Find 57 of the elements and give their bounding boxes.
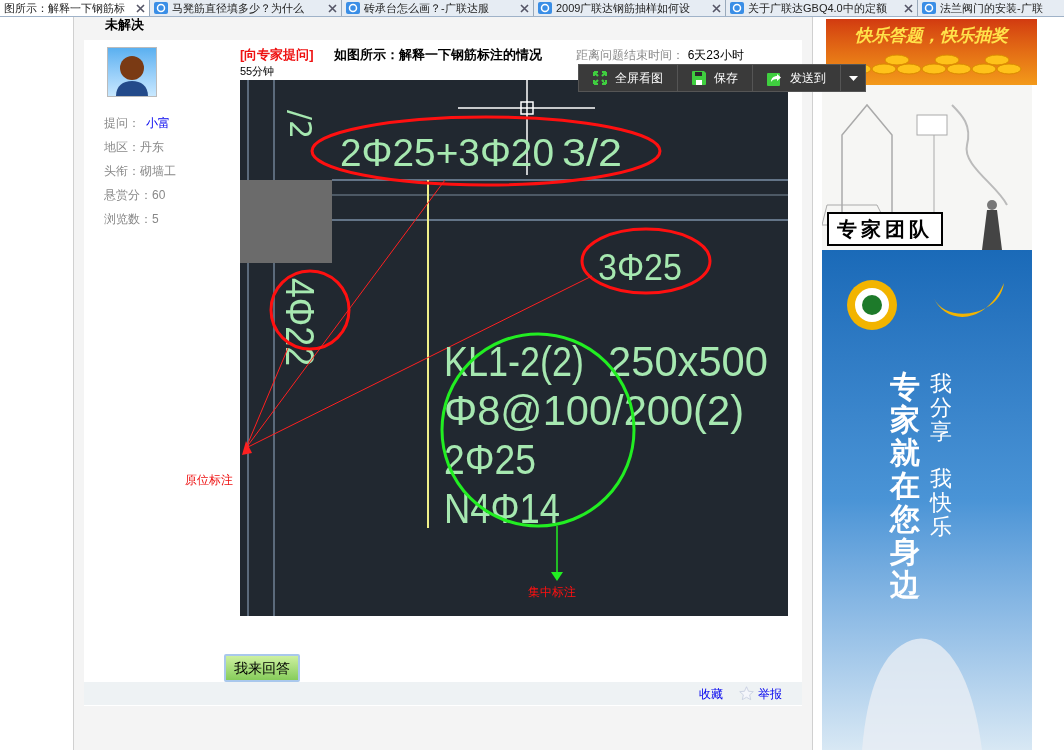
callout-label: 原位标注 [185,472,233,489]
toolbar-button[interactable]: 发送到 [753,65,841,91]
user-avatar [107,47,157,97]
close-icon[interactable] [712,3,721,13]
countdown-value: 6天23小时 [687,47,744,64]
star-icon [739,686,754,701]
page-icon [538,1,552,15]
answer-button[interactable]: 我来回答 [224,654,300,682]
expand-icon [593,71,607,85]
callout-label: 集中标注 [528,585,576,599]
rebar-label: 4Φ22 [278,278,322,377]
rebar-label: 3Φ25 [598,247,687,288]
banner-text: 快乐答题，快乐抽奖 [855,25,1008,47]
beam-spec-text: 2Φ25 [444,436,548,483]
user-info: 悬赏分：60 [104,187,167,204]
user-link[interactable]: 小富 [146,111,170,135]
page-icon [730,1,744,15]
leader-line [551,525,563,581]
question-tag: [向专家提问] [240,45,314,65]
close-icon[interactable] [328,3,337,13]
countdown-label: 距离问题结束时间： [575,47,684,64]
poster-slogan: 我分享 [930,372,952,445]
tab-title: 关于广联达GBQ4.0中的定额 [748,0,888,16]
countdown-value: 55分钟 [240,65,275,77]
page-icon [922,1,936,15]
poster-slogan: 专家就在您身边 [890,370,920,601]
page-icon [154,1,168,15]
browser-tab[interactable]: 2009广联达钢筋抽样如何设 [534,0,726,16]
question-title: 如图所示：解释一下钢筋标注的情况 [333,46,542,64]
toolbar-button[interactable]: 全屏看图 [579,65,678,91]
tab-title: 砖承台怎么画？-广联达服 [364,0,490,16]
tab-title: 图所示：解释一下钢筋标 [4,0,126,16]
toolbar-button[interactable]: 保存 [678,65,753,91]
close-icon[interactable] [136,3,145,13]
browser-tab[interactable]: 砖承台怎么画？-广联达服 [342,0,534,16]
beam-spec-text: 250x500 [608,338,770,385]
user-info: 头衔：砌墙工 [104,163,177,180]
close-icon[interactable] [520,3,529,13]
share-icon [767,70,782,86]
corner-label: /2 [283,110,318,140]
user-info: 浏览数：5 [104,211,160,228]
tab-title: 马凳筋直径填多少？为什么 [172,0,305,16]
report-link[interactable]: 举报 [758,684,782,703]
browser-tab[interactable]: 图所示：解释一下钢筋标 [0,0,150,16]
tab-title: 2009广联达钢筋抽样如何设 [556,0,692,16]
poster-slogan: 我快乐 [930,466,952,540]
browser-tab[interactable]: 法兰阀门的安装-广联 [918,0,1064,16]
close-icon[interactable] [904,3,913,13]
browser-tab[interactable]: 马凳筋直径填多少？为什么 [150,0,342,16]
rebar-label: 3/2 [562,132,615,174]
status-label: 未解决 [104,17,145,34]
favorite-link[interactable]: 收藏 [699,684,723,703]
user-info: 地区：丹东 [104,139,165,156]
browser-tab[interactable]: 关于广联达GBQ4.0中的定额 [726,0,918,16]
page-icon [346,1,360,15]
field-label: 提问： [104,115,140,132]
tab-title: 法兰阀门的安装-广联 [940,0,1044,16]
